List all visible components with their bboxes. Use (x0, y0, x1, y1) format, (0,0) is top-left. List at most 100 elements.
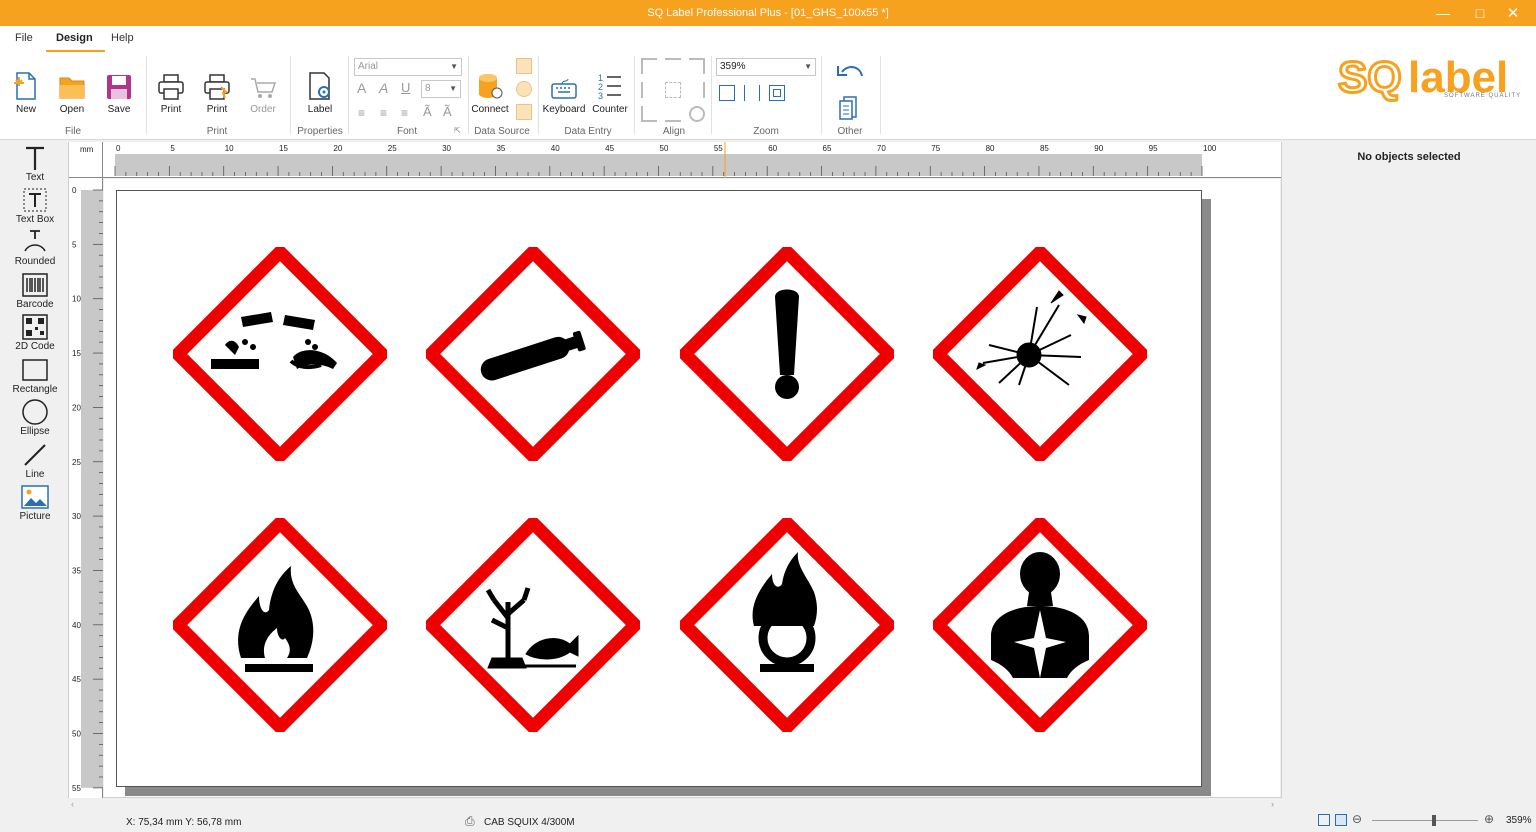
page-view-icon[interactable] (1335, 814, 1347, 826)
new-label: New (15, 104, 36, 115)
logo-tagline: SOFTWARE QUALITY (1444, 93, 1522, 99)
health-hazard-pictogram[interactable] (933, 518, 1147, 732)
data-table-icon[interactable] (516, 104, 532, 120)
exclamation-pictogram[interactable] (680, 247, 894, 461)
explosive-pictogram[interactable] (933, 247, 1147, 461)
zoom-out-icon[interactable]: ⊖ (1352, 812, 1362, 826)
print-options-button[interactable]: Print (194, 66, 240, 115)
tool-textbox[interactable]: Text Box (6, 186, 64, 225)
horizontal-scrollbar[interactable]: ‹ › (68, 799, 1282, 811)
font-increase-icon[interactable]: Ã (423, 104, 432, 119)
connect-button[interactable]: Connect (467, 66, 513, 115)
printer-icon (158, 74, 184, 100)
tool-rectangle[interactable]: Rectangle (6, 356, 64, 395)
align-middle-right-icon[interactable] (689, 82, 705, 98)
zoom-height-icon[interactable] (744, 85, 760, 101)
corrosive-pictogram[interactable] (173, 247, 387, 461)
underline-icon[interactable]: U (401, 80, 410, 95)
tool-2dcode[interactable]: 2D Code (6, 313, 64, 352)
chevron-down-icon: ▼ (450, 62, 458, 71)
align-center-icon[interactable]: ≡ (380, 106, 387, 120)
ribbon-separator (538, 56, 539, 134)
close-button[interactable]: ✕ (1490, 0, 1536, 26)
zoom-slider-track[interactable] (1372, 820, 1478, 821)
printer-icon: ⎙ (465, 814, 475, 828)
gas-cylinder-pictogram[interactable] (426, 247, 640, 461)
connect-label: Connect (471, 104, 509, 115)
label-properties-button[interactable]: Label (297, 66, 343, 115)
align-bottom-left-icon[interactable] (641, 106, 657, 122)
tool-ellipse[interactable]: Ellipse (6, 398, 64, 437)
italic-icon[interactable]: A (379, 80, 388, 96)
align-left-icon[interactable]: ≡ (358, 106, 365, 120)
zoom-value: 359% (720, 61, 746, 72)
zoom-fit-icon[interactable] (769, 85, 785, 101)
barcode-icon (22, 273, 48, 297)
tool-rounded[interactable]: Rounded (6, 228, 64, 267)
zoom-slider-thumb[interactable] (1432, 815, 1436, 826)
data-refresh-icon[interactable] (516, 81, 532, 97)
tool-barcode[interactable]: Barcode (6, 271, 64, 310)
keyboard-button[interactable]: Keyboard (541, 66, 587, 115)
oxidizer-pictogram[interactable] (680, 518, 894, 732)
status-bar: X: 75,34 mm Y: 56,78 mm ⎙ CAB SQUIX 4/30… (0, 812, 1536, 832)
document-button[interactable] (838, 94, 862, 123)
dialog-launcher-icon[interactable]: ⇱ (454, 126, 461, 135)
thumbnail-view-icon[interactable] (1318, 814, 1330, 826)
printer-name[interactable]: CAB SQUIX 4/300M (484, 817, 575, 828)
align-top-center-icon[interactable] (665, 58, 681, 74)
zoom-in-icon[interactable]: ⊕ (1484, 812, 1494, 826)
align-middle-center-icon[interactable] (665, 82, 681, 98)
scroll-left-arrow[interactable]: ‹ (71, 799, 74, 809)
undo-button[interactable] (836, 62, 864, 87)
font-family-select[interactable]: Arial ▼ (354, 58, 462, 76)
ruler-top-label: 35 (496, 144, 505, 153)
ruler-top-label: 25 (388, 144, 397, 153)
tab-help[interactable]: Help (111, 32, 134, 44)
font-grow-icon[interactable]: A (357, 80, 366, 96)
ruler-unit: mm (69, 142, 103, 178)
ruler-top-label: 80 (986, 144, 995, 153)
environment-pictogram[interactable] (426, 518, 640, 732)
ruler-left-label: 5 (72, 240, 77, 249)
font-size-select[interactable]: 8 ▼ (421, 80, 461, 98)
flammable-pictogram[interactable] (173, 518, 387, 732)
order-button[interactable]: Order (240, 66, 286, 115)
open-label: Open (59, 104, 85, 115)
counter-button[interactable]: 123 Counter (587, 66, 633, 115)
print-label: Print (160, 104, 182, 115)
font-decrease-icon[interactable]: Ã (443, 104, 452, 119)
tab-file[interactable]: File (15, 32, 33, 44)
tool-rectangle-label: Rectangle (12, 384, 58, 395)
tool-picture-label: Picture (19, 511, 51, 522)
tab-design[interactable]: Design (46, 32, 105, 52)
window-title: SQ Label Professional Plus - [01_GHS_100… (647, 7, 889, 19)
tool-line[interactable]: Line (6, 441, 64, 480)
ruler-top-label: 75 (931, 144, 940, 153)
open-button[interactable]: Open (49, 66, 95, 115)
new-button[interactable]: New (3, 66, 49, 115)
zoom-width-icon[interactable] (719, 85, 735, 101)
tool-text[interactable]: Text (6, 144, 64, 183)
scroll-right-arrow[interactable]: › (1271, 799, 1274, 809)
counter-icon: 123 (598, 73, 621, 100)
rotate-icon[interactable] (689, 106, 705, 122)
tool-picture[interactable]: Picture (6, 483, 64, 522)
save-button[interactable]: Save (96, 66, 142, 115)
align-top-right-icon[interactable] (689, 58, 705, 74)
ruler-top-label: 70 (877, 144, 886, 153)
ruler-left-label: 55 (72, 784, 81, 793)
align-right-icon[interactable]: ≡ (401, 106, 408, 120)
align-top-left-icon[interactable] (641, 58, 657, 74)
zoom-select[interactable]: 359% ▼ (716, 58, 816, 76)
align-bottom-center-icon[interactable] (665, 106, 681, 122)
group-font-label: Font (396, 126, 417, 137)
ruler-top-label: 65 (823, 144, 832, 153)
label-page[interactable] (116, 190, 1202, 787)
print-button[interactable]: Print (148, 66, 194, 115)
ruler-top-label: 100 (1203, 144, 1217, 153)
align-middle-left-icon[interactable] (641, 82, 657, 98)
keyboard-label: Keyboard (542, 104, 586, 115)
data-edit-icon[interactable] (516, 58, 532, 74)
ruler-top-label: 15 (279, 144, 288, 153)
